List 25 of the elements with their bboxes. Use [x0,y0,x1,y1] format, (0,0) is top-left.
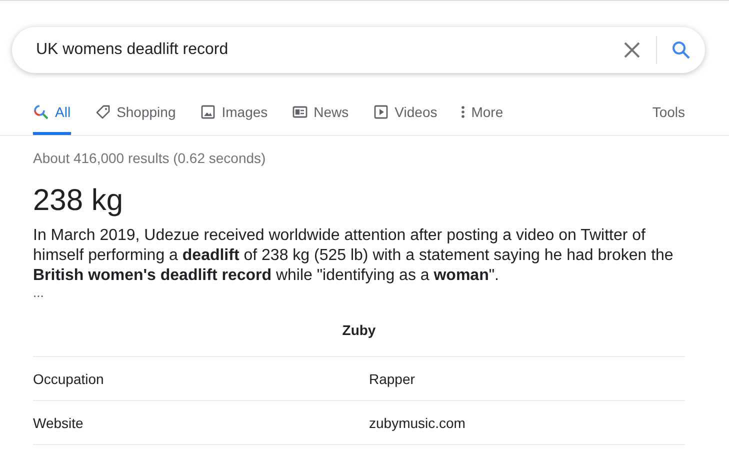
play-icon [372,104,389,120]
search-icon[interactable] [671,40,691,60]
table-title: Zuby [342,322,376,338]
newspaper-icon [292,104,308,120]
more-icon [461,104,466,120]
tag-icon [94,104,111,120]
table-cell-text: Website [33,414,84,430]
image-icon [200,104,216,120]
search-tab[interactable]: Images [200,104,268,135]
search-tab[interactable]: All [33,104,71,135]
snippet-ellipsis: ... [33,286,45,300]
table-cell-text: zubymusic.com [369,414,466,430]
search-tab[interactable]: More [461,104,504,135]
search-tab[interactable]: Shopping [94,104,176,135]
search-icon [33,104,49,120]
close-icon[interactable] [623,41,641,59]
table-cell-text: Rapper [369,370,416,386]
search-tab[interactable]: News [292,104,349,135]
tools-link[interactable]: Tools [652,104,685,135]
answer-snippet: In March 2019, Udezue received worldwide attention after posting a video on Twitter of himself performing a deadlift of 238 kg (525 lb) with a statement saying he had broken the British women's deadlift record while "identifying as a woman". [33,226,674,286]
table-cell-text: Occupation [33,370,105,386]
search-tab[interactable]: Videos [372,104,438,135]
result-stats: About 416,000 results (0.62 seconds) [33,150,267,166]
answer-heading: 238 kg [33,184,124,218]
search-field[interactable]: UK womens deadlift record [34,40,623,60]
